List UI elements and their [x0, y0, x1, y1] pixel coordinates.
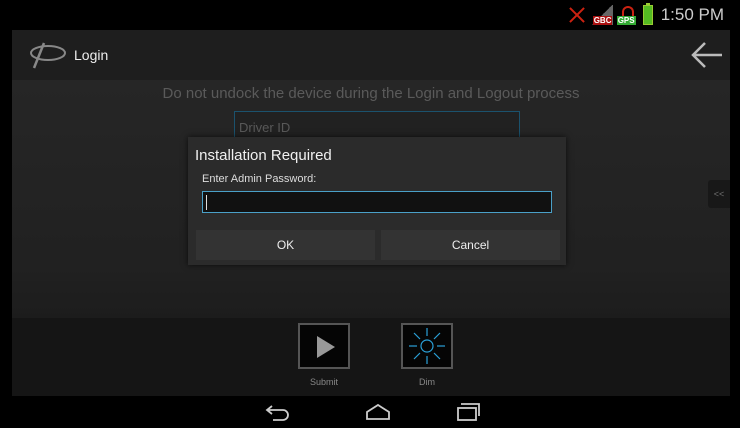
no-signal-icon: GBC — [590, 5, 613, 25]
app-logo — [24, 40, 68, 70]
submit-button[interactable]: Submit — [298, 323, 350, 387]
dim-button-box — [401, 323, 453, 369]
dialog-buttons: OK Cancel — [196, 230, 560, 260]
cancel-button[interactable]: Cancel — [381, 230, 560, 260]
home-icon[interactable] — [365, 402, 391, 422]
battery-charging-icon — [642, 3, 653, 25]
installation-dialog: Installation Required Enter Admin Passwo… — [188, 137, 566, 265]
brightness-icon — [409, 328, 445, 364]
status-time: 1:50 PM — [660, 5, 724, 24]
play-icon — [317, 336, 335, 358]
admin-password-input[interactable] — [202, 191, 552, 213]
back-arrow-icon[interactable] — [690, 40, 724, 70]
page-title: Login — [74, 47, 109, 63]
dialog-title: Installation Required — [195, 147, 332, 164]
recent-apps-icon[interactable] — [455, 402, 481, 422]
ok-button[interactable]: OK — [196, 230, 375, 260]
app-header: Login — [12, 30, 730, 80]
dim-button[interactable]: Dim — [401, 323, 453, 387]
admin-password-label: Enter Admin Password: — [202, 173, 317, 185]
status-bar: GBC GPS 1:50 PM — [12, 0, 730, 30]
no-connection-icon — [567, 5, 587, 25]
submit-button-box — [298, 323, 350, 369]
device-screen: GBC GPS 1:50 PM Login Do not undock the … — [12, 0, 730, 428]
signal-badge: GBC — [592, 16, 613, 25]
bottom-toolbar: Submit Dim — [12, 318, 730, 396]
back-icon[interactable] — [265, 402, 291, 422]
dim-label: Dim — [419, 377, 435, 387]
submit-label: Submit — [309, 377, 338, 387]
gps-badge: GPS — [616, 16, 636, 25]
system-nav-bar — [12, 396, 730, 428]
status-icons: GBC GPS 1:50 PM — [567, 3, 724, 26]
gps-off-icon: GPS — [616, 5, 639, 25]
text-cursor — [206, 195, 207, 210]
